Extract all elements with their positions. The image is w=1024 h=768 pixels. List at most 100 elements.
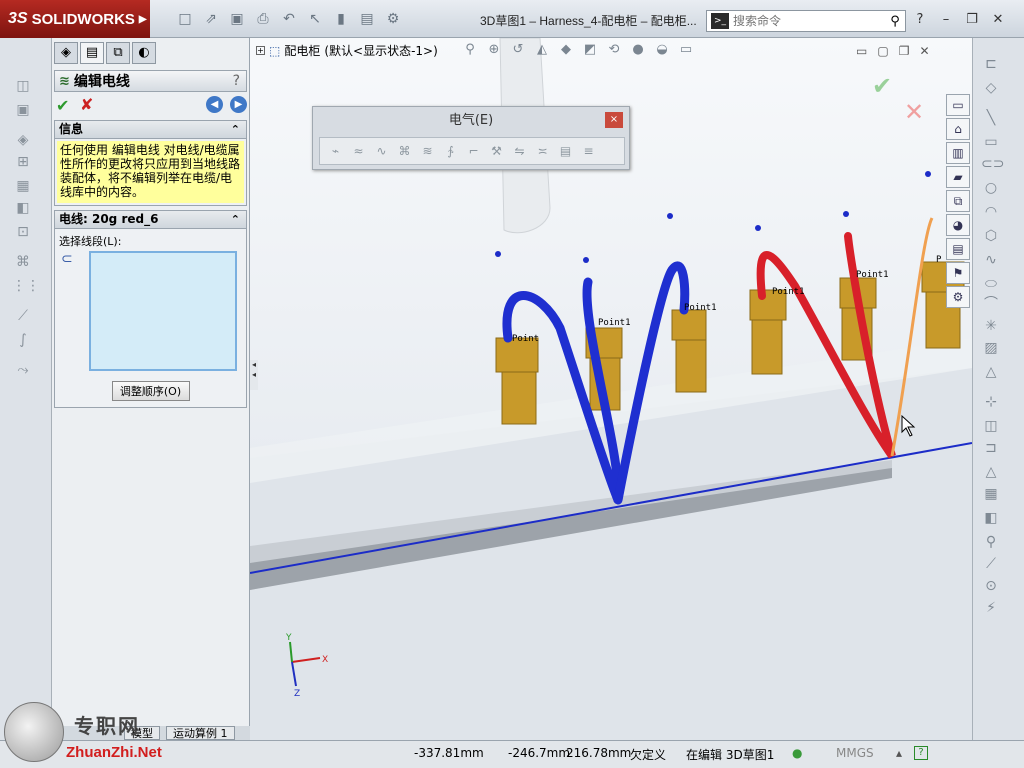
ok-button[interactable]: ✔: [56, 96, 69, 115]
flatten-route-icon[interactable]: ⇋: [510, 141, 529, 161]
show-hidden-icon[interactable]: ⊡: [12, 222, 34, 242]
more-tools-icon[interactable]: ≡: [579, 141, 598, 161]
offset-entities-icon[interactable]: ⊐: [981, 438, 1001, 458]
pattern-icon[interactable]: ▦: [981, 484, 1001, 504]
rebuild-status-icon[interactable]: ●: [792, 746, 802, 760]
fixed-length-icon[interactable]: ⌐: [464, 141, 483, 161]
hide-show-icon[interactable]: ⟲: [606, 42, 622, 58]
move-entities-icon[interactable]: ◧: [981, 508, 1001, 528]
point-marker[interactable]: [843, 211, 849, 217]
toolbar-close-button[interactable]: ×: [605, 112, 623, 128]
file-explorer-icon[interactable]: ▰: [946, 166, 970, 188]
rectangle-icon[interactable]: ▭: [981, 132, 1001, 152]
point-marker[interactable]: [755, 225, 761, 231]
command-search-box[interactable]: >_ ⚲: [706, 10, 906, 32]
scene-icon[interactable]: ◒: [654, 42, 670, 58]
unit-system[interactable]: MMGS: [836, 746, 874, 760]
point-marker[interactable]: [925, 171, 931, 177]
open-icon[interactable]: ⇗: [201, 10, 221, 28]
rebuild-icon[interactable]: ▮: [331, 10, 351, 28]
clip-icon[interactable]: ⌘: [12, 252, 34, 272]
save-icon[interactable]: ▣: [227, 10, 247, 28]
linear-pattern-icon[interactable]: ▦: [12, 176, 34, 196]
fillet-icon[interactable]: ⌒: [981, 294, 1001, 314]
feature-tree-flyout[interactable]: + ⬚ 配电柜 (默认<显示状态-1>): [256, 42, 438, 59]
edit-route-icon[interactable]: ▣: [12, 100, 34, 120]
home-icon[interactable]: ⌂: [946, 118, 970, 140]
view-settings-icon[interactable]: ▭: [678, 42, 694, 58]
reorder-button[interactable]: 调整顺序(O): [111, 381, 190, 401]
property-manager-tab[interactable]: ▤: [80, 42, 104, 64]
unit-dropdown-icon[interactable]: ▴: [896, 746, 902, 760]
slot-icon[interactable]: ⊂⊃: [981, 154, 1004, 174]
cancel-button[interactable]: ✘: [80, 95, 93, 114]
segment-selection-box[interactable]: [89, 251, 237, 371]
trim-icon[interactable]: ⊹: [981, 392, 1001, 412]
sketch-icon[interactable]: ⊏: [981, 54, 1001, 74]
display-manager-tab[interactable]: ◐: [132, 42, 156, 64]
minimize-icon[interactable]: –: [938, 12, 954, 27]
quick-snaps-icon[interactable]: ⊙: [981, 576, 1001, 596]
electrical-toolbar[interactable]: 电气(E) × ⌁ ≈ ∿ ⌘ ≋ ∱ ⌐ ⚒ ⇋ ≍ ▤ ≡: [312, 106, 630, 170]
collapse-icon[interactable]: ⌃: [231, 211, 240, 228]
search-input[interactable]: [733, 14, 885, 28]
undo-icon[interactable]: ↶: [279, 10, 299, 28]
appearances-icon[interactable]: ◕: [946, 214, 970, 236]
view-orientation-icon[interactable]: ◆: [558, 42, 574, 58]
point-icon[interactable]: △: [981, 362, 1001, 382]
help-icon[interactable]: ?: [912, 12, 928, 27]
add-clip-icon[interactable]: ∱: [441, 141, 460, 161]
section-view-icon[interactable]: ◭: [534, 42, 550, 58]
wire-group-heading[interactable]: 电线: 20g red_6 ⌃: [55, 211, 246, 229]
circle-icon[interactable]: ○: [981, 178, 1001, 198]
spline-tool-icon[interactable]: ∿: [981, 250, 1001, 270]
ellipse-icon[interactable]: ⬭: [981, 274, 1001, 294]
polygon-icon[interactable]: ⬡: [981, 226, 1001, 246]
panel-splitter[interactable]: ◂ ◂: [250, 360, 258, 390]
display-relations-icon[interactable]: ⚲: [981, 532, 1001, 552]
auto-route-tool-icon[interactable]: ∿: [372, 141, 391, 161]
back-icon[interactable]: ◀: [206, 96, 223, 113]
next-icon[interactable]: ▶: [230, 96, 247, 113]
confirm-corner-ok-icon[interactable]: ✔: [872, 72, 892, 100]
zoom-area-icon[interactable]: ⊕: [486, 42, 502, 58]
text-icon[interactable]: ✳: [981, 316, 1001, 336]
expand-icon[interactable]: +: [256, 46, 265, 55]
collapse-icon[interactable]: ⌃: [231, 121, 240, 138]
new-document-icon[interactable]: □: [175, 10, 195, 28]
file-properties-icon[interactable]: ▤: [357, 10, 377, 28]
connector-3[interactable]: [671, 309, 707, 341]
bill-of-materials-icon[interactable]: ▤: [556, 141, 575, 161]
status-help-icon[interactable]: ?: [914, 746, 928, 760]
display-style-icon[interactable]: ◩: [582, 42, 598, 58]
zoom-to-fit-icon[interactable]: ⚲: [462, 42, 478, 58]
custom-properties-icon[interactable]: ▤: [946, 238, 970, 260]
line-icon[interactable]: ╲: [981, 108, 1001, 128]
point-marker[interactable]: [583, 257, 589, 263]
solidworks-logo[interactable]: 3S SOLIDWORKS ▶: [0, 0, 150, 38]
insert-connector-icon[interactable]: ⌘: [395, 141, 414, 161]
auto-route-icon[interactable]: ∫: [12, 330, 34, 350]
toolbox-icon[interactable]: ⚑: [946, 262, 970, 284]
solidworks-resources-icon[interactable]: ▭: [946, 94, 970, 116]
viewport-minimize-icon[interactable]: ▭: [856, 44, 867, 58]
arc-icon[interactable]: ◠: [981, 202, 1001, 222]
print-icon[interactable]: ⎙: [253, 10, 273, 28]
smart-dimension-icon[interactable]: ◇: [981, 78, 1001, 98]
close-icon[interactable]: ✕: [990, 12, 1006, 27]
connector-icon[interactable]: ⋮⋮: [12, 276, 40, 296]
viewport-restore-icon[interactable]: ❐: [899, 44, 910, 58]
rapid-sketch-icon[interactable]: ⚡: [981, 598, 1001, 618]
split-route-icon[interactable]: ≋: [418, 141, 437, 161]
previous-view-icon[interactable]: ↺: [510, 42, 526, 58]
viewport-close-icon[interactable]: ✕: [919, 44, 929, 58]
pm-help-icon[interactable]: ?: [233, 73, 240, 89]
info-group-heading[interactable]: 信息 ⌃: [55, 121, 246, 139]
flatten-icon[interactable]: ⤳: [12, 360, 34, 380]
plane-icon[interactable]: ▨: [981, 338, 1001, 358]
point-marker[interactable]: [667, 213, 673, 219]
point-marker[interactable]: [495, 251, 501, 257]
insert-component-icon[interactable]: ◈: [12, 130, 34, 150]
viewport-tile-icon[interactable]: ▢: [877, 44, 888, 58]
select-icon[interactable]: ↖: [305, 10, 325, 28]
